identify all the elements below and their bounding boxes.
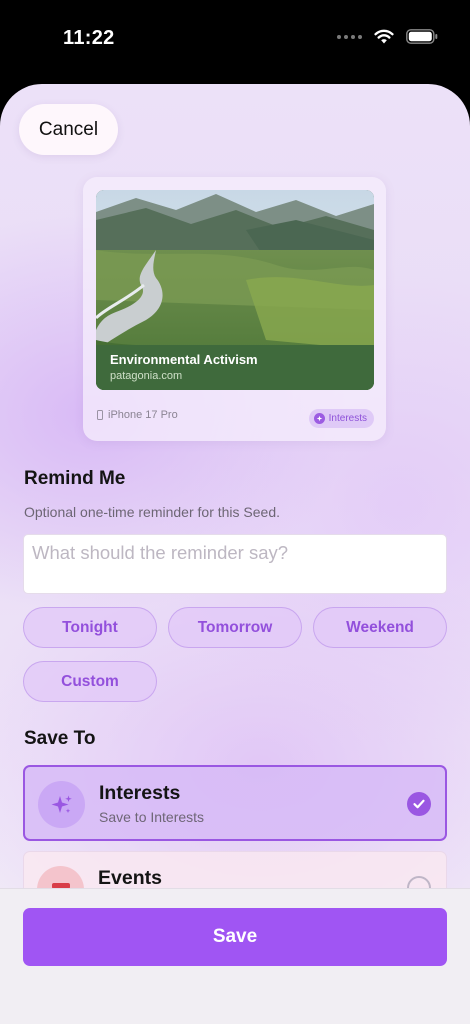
chip-tomorrow[interactable]: Tomorrow xyxy=(168,607,302,648)
save-to-title: Save To xyxy=(24,728,96,749)
destination-name: Interests xyxy=(99,782,181,804)
device-name: iPhone 17 Pro xyxy=(108,409,178,421)
preview-domain: patagonia.com xyxy=(110,370,183,382)
status-time: 11:22 xyxy=(63,27,115,49)
interest-tag-label: Interests xyxy=(328,413,367,424)
preview-image: Environmental Activism patagonia.com xyxy=(96,190,374,390)
wifi-icon xyxy=(374,29,394,44)
checkmark-icon xyxy=(407,792,431,816)
save-button[interactable]: Save xyxy=(23,908,447,966)
phone-icon xyxy=(97,410,103,420)
link-preview-card: Environmental Activism patagonia.com iPh… xyxy=(83,177,386,441)
remind-me-title: Remind Me xyxy=(24,468,126,489)
cellular-signal-icon xyxy=(337,34,362,39)
reminder-text-input[interactable]: What should the reminder say? xyxy=(23,534,447,594)
interest-tag: Interests xyxy=(308,409,374,428)
interests-tag-icon xyxy=(313,413,325,424)
status-bar: 11:22 xyxy=(0,0,470,80)
chip-tonight[interactable]: Tonight xyxy=(23,607,157,648)
cancel-button[interactable]: Cancel xyxy=(19,104,118,155)
status-icons xyxy=(337,29,438,44)
chip-custom[interactable]: Custom xyxy=(23,661,157,702)
destination-interests[interactable]: Interests Save to Interests xyxy=(23,765,447,841)
sparkles-icon xyxy=(38,781,85,828)
device-label: iPhone 17 Pro xyxy=(97,409,178,421)
preview-caption: Environmental Activism patagonia.com xyxy=(96,345,374,390)
destination-subtitle: Save to Interests xyxy=(99,809,205,825)
remind-me-subtitle: Optional one-time reminder for this Seed… xyxy=(24,504,281,520)
preview-title: Environmental Activism xyxy=(110,352,258,367)
bottom-action-bar: Save xyxy=(0,888,470,1024)
battery-icon xyxy=(406,29,438,44)
save-sheet: Cancel Environmental Activism patagonia.… xyxy=(0,84,470,1024)
chip-weekend[interactable]: Weekend xyxy=(313,607,447,648)
destination-name: Events xyxy=(98,867,162,889)
